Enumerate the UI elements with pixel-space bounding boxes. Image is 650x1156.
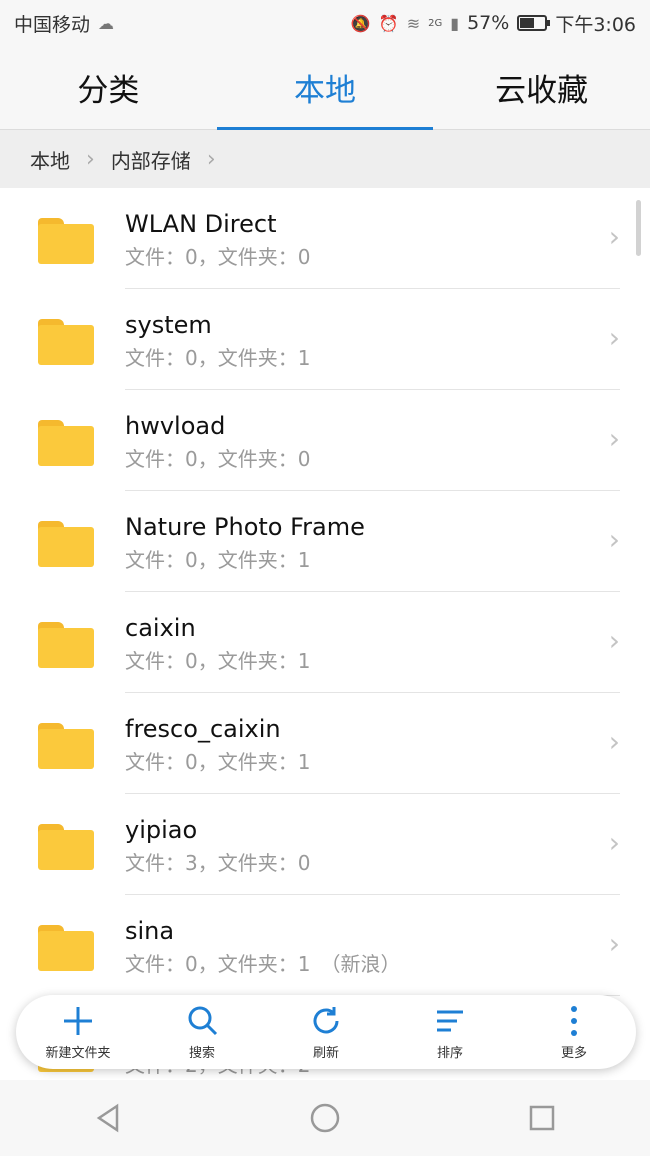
folder-texts: yipiao 文件：3，文件夹：0: [125, 814, 310, 878]
folder-icon: [38, 622, 94, 668]
folder-icon: [38, 824, 94, 870]
wifi-icon: ≋: [406, 13, 421, 33]
folder-name: yipiao: [125, 816, 198, 844]
chevron-right-icon: ›: [608, 624, 620, 657]
folder-name: WLAN Direct: [125, 210, 277, 238]
folder-icon: [38, 925, 94, 971]
refresh-button[interactable]: 刷新: [264, 995, 388, 1069]
chevron-right-icon: ›: [608, 220, 620, 253]
carrier-label: 中国移动: [14, 13, 91, 36]
search-button[interactable]: 搜索: [140, 995, 264, 1069]
folder-meta: 文件：0，文件夹：1: [125, 346, 311, 370]
tab-bar: 分类 本地 云收藏: [0, 46, 650, 130]
folder-texts: Nature Photo Frame 文件：0，文件夹：1: [125, 511, 365, 575]
folder-meta: 文件：0，文件夹：1: [125, 548, 311, 572]
battery-icon: [517, 15, 551, 31]
scrollbar[interactable]: [636, 200, 641, 256]
folder-meta: 文件：3，文件夹：0: [125, 851, 311, 875]
tab-label: 本地: [294, 73, 356, 109]
chevron-right-icon: ›: [86, 146, 95, 172]
refresh-icon: [313, 1006, 339, 1033]
chevron-right-icon: ›: [608, 321, 620, 354]
more-button[interactable]: 更多: [512, 995, 636, 1069]
toolbar-label: 排序: [436, 1045, 463, 1061]
breadcrumb: 本地 › 内部存储 ›: [0, 130, 650, 188]
network-type-label: 2G: [428, 17, 443, 29]
search-icon: [188, 1006, 218, 1035]
folder-icon: [38, 319, 94, 365]
notification-icon: ☁: [98, 13, 115, 33]
folder-row[interactable]: caixin 文件：0，文件夹：1 ›: [0, 592, 650, 693]
folder-row[interactable]: hwvload 文件：0，文件夹：0 ›: [0, 390, 650, 491]
new-folder-button[interactable]: 新建文件夹: [16, 995, 140, 1069]
folder-meta: 文件：0，文件夹：1: [125, 649, 311, 673]
bottom-toolbar: 新建文件夹 搜索 刷新 排序 更多: [16, 995, 636, 1069]
folder-texts: sina 文件：0，文件夹：1 （新浪）: [125, 915, 400, 979]
chevron-right-icon: ›: [608, 826, 620, 859]
tab-label: 分类: [77, 73, 140, 109]
breadcrumb-item-internal-storage[interactable]: 内部存储: [111, 145, 191, 174]
breadcrumb-item-local[interactable]: 本地: [30, 145, 70, 174]
tab-category[interactable]: 分类: [0, 46, 217, 129]
recents-icon[interactable]: [525, 1101, 559, 1135]
folder-icon: [38, 521, 94, 567]
clock: 下午3:06: [555, 13, 636, 36]
folder-icon: [38, 218, 94, 264]
folder-name: Nature Photo Frame: [125, 513, 365, 541]
folder-row[interactable]: system 文件：0，文件夹：1 ›: [0, 289, 650, 390]
folder-name: fresco_caixin: [125, 715, 281, 743]
tab-local[interactable]: 本地: [216, 46, 434, 130]
folder-texts: fresco_caixin 文件：0，文件夹：1: [125, 713, 310, 777]
sort-button[interactable]: 排序: [388, 995, 512, 1069]
folder-name: system: [125, 311, 212, 339]
toolbar-label: 搜索: [188, 1045, 215, 1061]
chevron-right-icon: ›: [608, 927, 620, 960]
signal-icon: ▮: [450, 13, 460, 33]
folder-list[interactable]: WLAN Direct 文件：0，文件夹：0 › system 文件：0，文件夹：1 › h…: [0, 188, 650, 1088]
folder-row[interactable]: sina 文件：0，文件夹：1 （新浪） ›: [0, 895, 650, 996]
more-icon: [571, 1005, 577, 1036]
folder-row[interactable]: Nature Photo Frame 文件：0，文件夹：1 ›: [0, 491, 650, 592]
folder-texts: caixin 文件：0，文件夹：1: [125, 612, 310, 676]
folder-texts: system 文件：0，文件夹：1: [125, 309, 310, 373]
status-right: 🔕 ⏰ ≋ 2G ▮ 57% 下午3:06: [351, 10, 636, 37]
folder-row[interactable]: yipiao 文件：3，文件夹：0 ›: [0, 794, 650, 895]
alarm-icon: ⏰: [378, 13, 399, 33]
battery-percent: 57%: [467, 12, 510, 34]
folder-meta: 文件：0，文件夹：0: [125, 447, 311, 471]
system-nav-bar: [0, 1080, 650, 1156]
folder-row[interactable]: WLAN Direct 文件：0，文件夹：0 ›: [0, 188, 650, 289]
home-icon[interactable]: [308, 1101, 342, 1135]
folder-texts: WLAN Direct 文件：0，文件夹：0: [125, 208, 310, 272]
folder-meta: 文件：0，文件夹：0: [125, 245, 311, 269]
chevron-right-icon: ›: [608, 523, 620, 556]
folder-row[interactable]: fresco_caixin 文件：0，文件夹：1 ›: [0, 693, 650, 794]
battery-fill: [520, 18, 535, 28]
back-icon[interactable]: [91, 1101, 125, 1135]
tab-cloud-favorites[interactable]: 云收藏: [433, 46, 650, 129]
folder-texts: hwvload 文件：0，文件夹：0: [125, 410, 310, 474]
tab-label: 云收藏: [495, 73, 589, 109]
sort-icon: [437, 1010, 463, 1031]
mute-icon: 🔕: [350, 13, 371, 33]
folder-meta: 文件：0，文件夹：1 （新浪）: [125, 952, 401, 976]
folder-name: caixin: [125, 614, 196, 642]
folder-meta: 文件：0，文件夹：1: [125, 750, 311, 774]
folder-name: sina: [125, 917, 175, 945]
status-bar: 中国移动 ☁ 🔕 ⏰ ≋ 2G ▮ 57% 下午3:06: [0, 0, 650, 46]
folder-name: hwvload: [125, 412, 226, 440]
chevron-right-icon: ›: [608, 422, 620, 455]
status-left: 中国移动 ☁: [14, 10, 114, 37]
toolbar-label: 更多: [560, 1045, 587, 1061]
toolbar-label: 刷新: [312, 1045, 339, 1061]
toolbar-label: 新建文件夹: [45, 1045, 111, 1061]
chevron-right-icon: ›: [206, 146, 216, 172]
chevron-right-icon: ›: [608, 725, 620, 758]
plus-icon: [64, 1006, 92, 1035]
folder-icon: [38, 420, 94, 466]
folder-icon: [38, 723, 94, 769]
